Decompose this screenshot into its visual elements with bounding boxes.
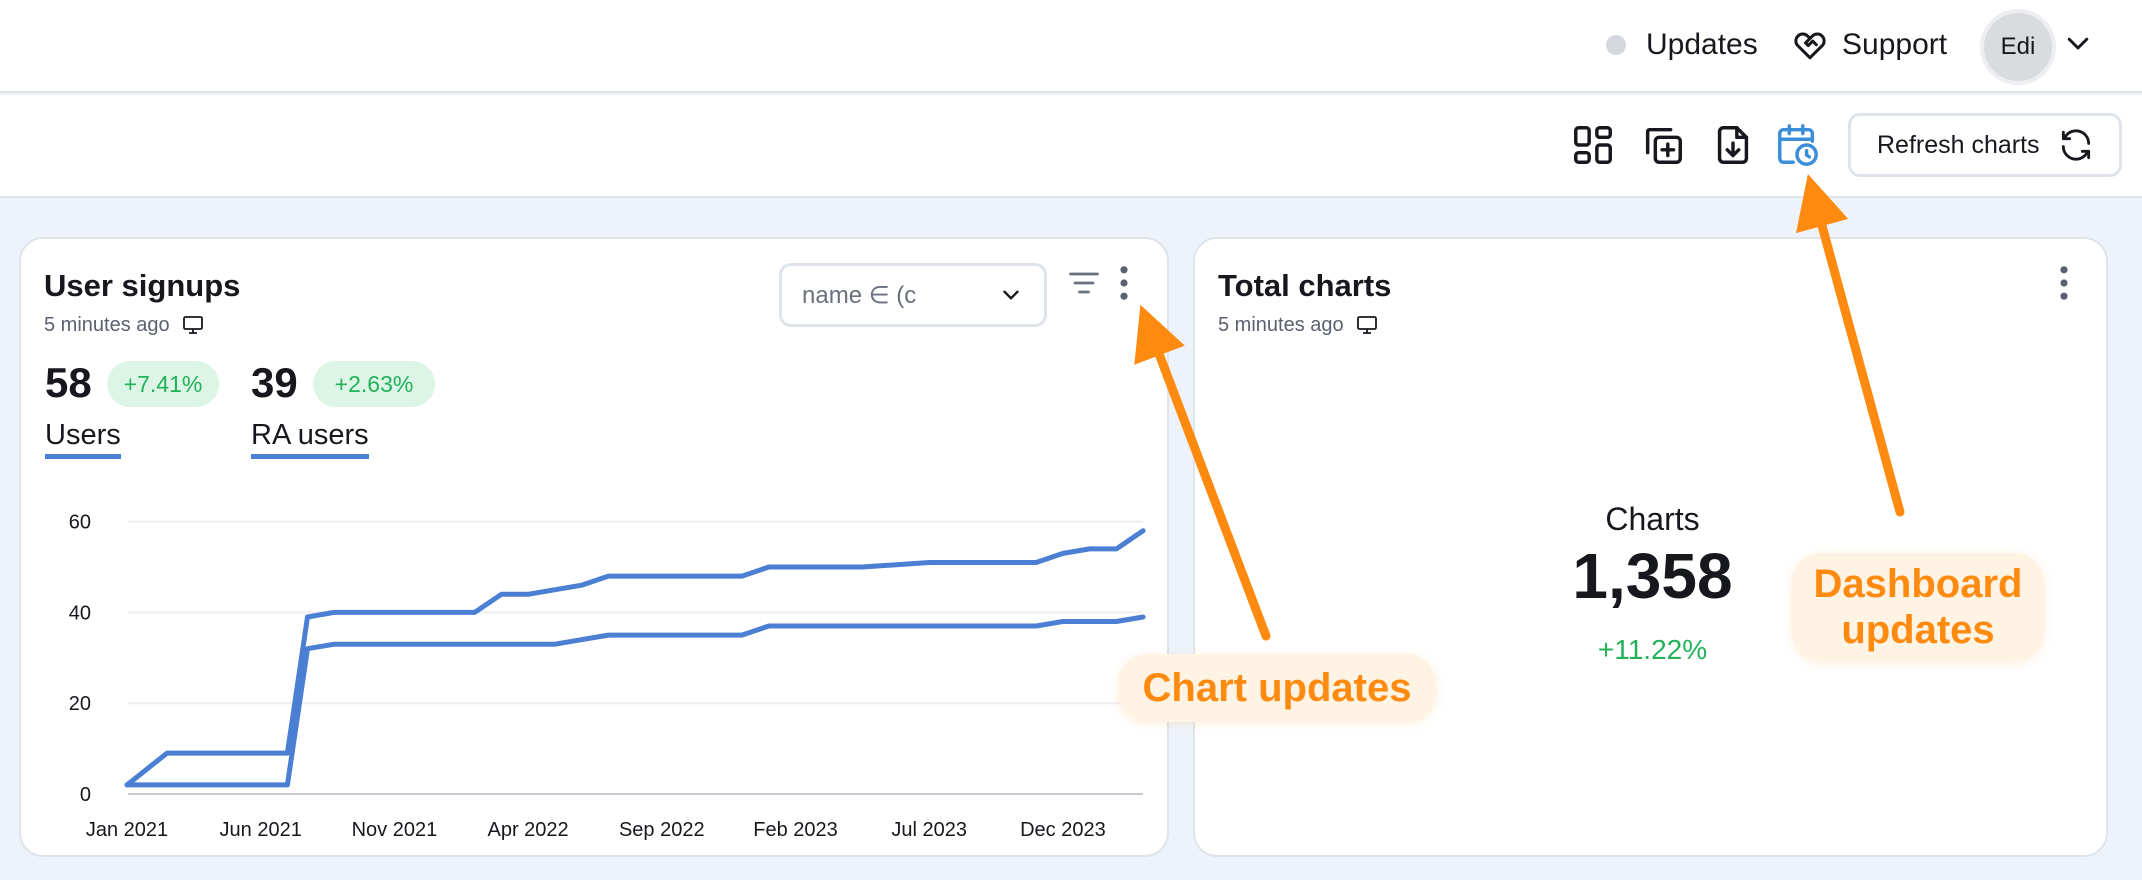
x-tick-label: Nov 2021 <box>352 819 438 841</box>
card-title: Total charts <box>1218 268 1392 303</box>
x-tick-label: Feb 2023 <box>753 819 838 841</box>
chart-updates-callout: Chart updates <box>1118 654 1436 722</box>
x-tick-label: Apr 2022 <box>488 819 569 841</box>
layout-grid-icon[interactable] <box>1570 122 1616 168</box>
updates-label: Updates <box>1646 28 1758 61</box>
refresh-charts-label: Refresh charts <box>1877 130 2040 159</box>
duplicate-icon[interactable] <box>1640 122 1686 168</box>
card-updated-time: 5 minutes ago <box>1218 313 1380 337</box>
x-tick-label: Jan 2021 <box>86 819 168 841</box>
status-dot-icon <box>1606 35 1626 55</box>
monitor-icon <box>1356 316 1377 334</box>
y-tick-label: 0 <box>80 784 91 806</box>
user-avatar[interactable]: Edi <box>1980 9 2056 85</box>
callout-line: updates <box>1841 608 1995 652</box>
more-options-icon[interactable] <box>2057 265 2071 301</box>
series-line <box>124 614 1146 788</box>
refresh-icon <box>2061 129 2091 161</box>
dashboard-updates-callout: Dashboard updates <box>1792 553 2044 661</box>
download-icon[interactable] <box>1710 122 1756 168</box>
top-header: Updates Support Edi <box>0 0 2142 93</box>
y-tick-label: 40 <box>69 602 91 624</box>
updates-link[interactable]: Updates <box>1606 25 1758 65</box>
handshake-heart-icon <box>1794 32 1826 60</box>
refresh-charts-button[interactable]: Refresh charts <box>1848 113 2122 177</box>
calendar-clock-icon[interactable] <box>1774 122 1820 168</box>
x-tick-label: Jun 2021 <box>220 819 302 841</box>
x-tick-label: Sep 2022 <box>619 819 705 841</box>
updated-label: 5 minutes ago <box>1218 313 1344 336</box>
chevron-down-icon[interactable] <box>2063 28 2093 58</box>
x-tick-label: Jul 2023 <box>891 819 967 841</box>
y-tick-label: 60 <box>69 512 91 534</box>
dashboard-toolbar: Refresh charts <box>0 95 2142 198</box>
support-label: Support <box>1842 28 1948 61</box>
callout-line: Dashboard <box>1813 562 2023 606</box>
y-tick-label: 20 <box>69 693 91 715</box>
series-line <box>124 528 1146 788</box>
total-charts-card: Total charts 5 minutes ago Charts 1,358 … <box>1193 237 2108 857</box>
user-signups-line-chart: 0 20 40 60 Jan 2021 Jun 2021 Nov 2021 Apr 2022 S… <box>69 512 1146 841</box>
user-signups-card: User signups 5 minutes ago name ∈ (c 58 … <box>19 237 1169 857</box>
support-link[interactable]: Support <box>1792 25 1947 65</box>
x-tick-label: Dec 2023 <box>1020 819 1106 841</box>
kpi-label: Charts <box>1605 501 1700 537</box>
